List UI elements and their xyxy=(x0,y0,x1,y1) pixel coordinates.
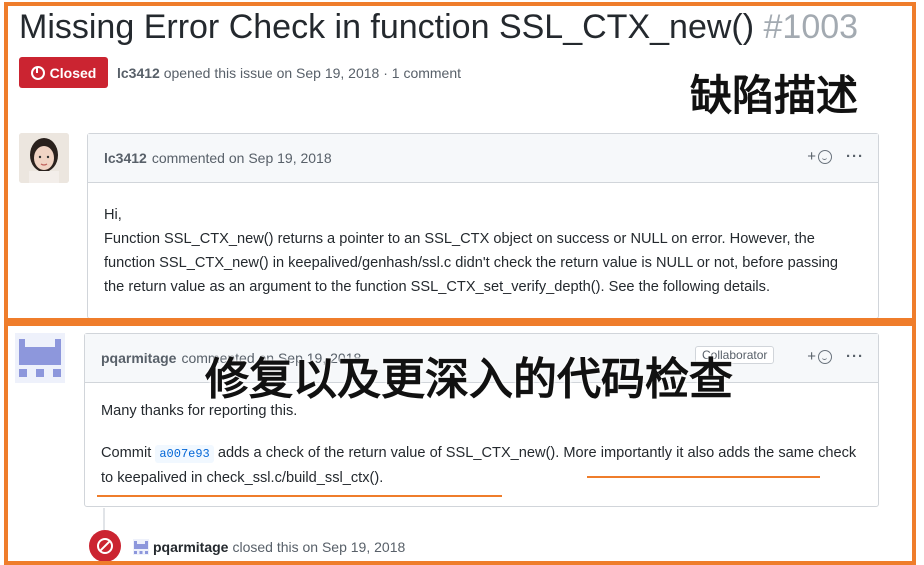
annotation-label-fix: 修复以及更深入的代码检查 xyxy=(205,354,733,405)
annotation-box-defect xyxy=(4,2,916,322)
screenshot-canvas: Missing Error Check in function SSL_CTX_… xyxy=(0,0,924,565)
annotation-label-defect: 缺陷描述 xyxy=(690,71,859,120)
